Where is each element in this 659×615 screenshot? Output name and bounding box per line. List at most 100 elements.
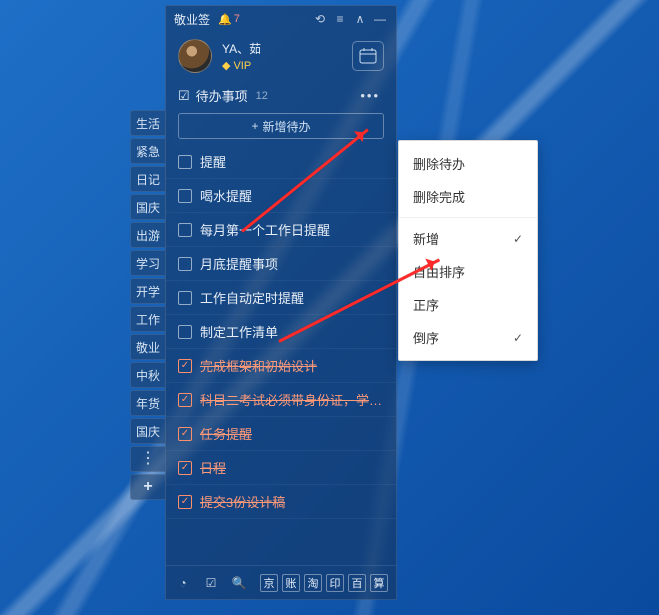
menu-item[interactable]: 新增 ✓ xyxy=(399,222,537,255)
list-item-label: 完成框架和初始设计 xyxy=(200,356,317,375)
list-item-label: 科目二考试必须带身份证，学员卡，7… xyxy=(200,390,384,409)
add-todo-button[interactable]: + 新增待办 xyxy=(178,113,384,139)
menu-item-label: 删除待办 xyxy=(413,154,465,173)
menu-item[interactable]: 倒序 ✓ xyxy=(399,321,537,354)
checkbox[interactable]: ✓ xyxy=(178,393,192,407)
calendar-icon xyxy=(359,48,377,64)
folder-tab[interactable]: 敬业 xyxy=(130,334,166,360)
bottom-square-button[interactable]: 算 xyxy=(370,574,388,592)
todo-icon: ☑ xyxy=(178,88,190,104)
checkbox[interactable] xyxy=(178,257,192,271)
vip-label: VIP xyxy=(233,60,251,72)
menu-icon[interactable]: ≡ xyxy=(332,11,348,27)
checkbox[interactable] xyxy=(178,155,192,169)
menu-item-label: 倒序 xyxy=(413,328,439,347)
more-button[interactable]: ••• xyxy=(356,86,384,105)
user-row: YA、茹 ◆ VIP xyxy=(166,32,396,80)
minimize-icon[interactable]: — xyxy=(372,11,388,27)
list-item[interactable]: ✓ 科目二考试必须带身份证，学员卡，7… xyxy=(166,383,396,417)
bottom-square-button[interactable]: 百 xyxy=(348,574,366,592)
list-item[interactable]: 制定工作清单 xyxy=(166,315,396,349)
calendar-button[interactable] xyxy=(352,41,384,71)
list-item[interactable]: ✓ 提交3份设计稿 xyxy=(166,485,396,519)
bottom-square-button[interactable]: 淘 xyxy=(304,574,322,592)
list-item-label: 喝水提醒 xyxy=(200,186,252,205)
folder-tabs: 生活紧急日记国庆出游学习开学工作敬业中秋年货国庆⋮+ xyxy=(130,110,166,500)
folder-tab[interactable]: 出游 xyxy=(130,222,166,248)
checkmark-icon: ✓ xyxy=(513,232,523,246)
list-item[interactable]: 提醒 xyxy=(166,145,396,179)
context-menu: 删除待办删除完成新增 ✓ 自由排序正序倒序 ✓ xyxy=(398,140,538,361)
vip-badge: ◆ VIP xyxy=(222,59,261,72)
folder-tab[interactable]: 国庆 xyxy=(130,418,166,444)
section-title: 待办事项 xyxy=(196,86,248,105)
checkbox[interactable]: ✓ xyxy=(178,461,192,475)
notification-count: 7 xyxy=(234,13,240,25)
list-item-label: 任务提醒 xyxy=(200,424,252,443)
folder-tab[interactable]: 中秋 xyxy=(130,362,166,388)
check-icon[interactable]: ☑ xyxy=(202,574,220,592)
todo-list: 提醒喝水提醒每月第一个工作日提醒月底提醒事项工作自动定时提醒制定工作清单 ✓ 完成框… xyxy=(166,145,396,565)
folder-tab[interactable]: 工作 xyxy=(130,306,166,332)
list-item[interactable]: ✓ 任务提醒 xyxy=(166,417,396,451)
user-name: YA、茹 xyxy=(222,40,261,57)
menu-item[interactable]: 删除完成 xyxy=(399,180,537,213)
app-window: 敬业签 🔔 7 ⟲ ≡ ∧ — YA、茹 ◆ VIP xyxy=(165,5,397,600)
menu-item-label: 正序 xyxy=(413,295,439,314)
list-item-label: 工作自动定时提醒 xyxy=(200,288,304,307)
checkbox[interactable]: ✓ xyxy=(178,359,192,373)
checkbox[interactable] xyxy=(178,189,192,203)
app-title: 敬业签 xyxy=(174,11,210,28)
list-item-label: 月底提醒事项 xyxy=(200,254,278,273)
folder-add[interactable]: + xyxy=(130,474,166,500)
sync-icon[interactable]: ⟲ xyxy=(312,11,328,27)
notification-badge[interactable]: 🔔 7 xyxy=(218,13,240,26)
list-item[interactable]: ✓日程 xyxy=(166,451,396,485)
bottom-left-icons: ◔ ☑ 🔍 xyxy=(174,574,248,592)
folder-tab[interactable]: 生活 xyxy=(130,110,166,136)
checkbox[interactable]: ✓ xyxy=(178,427,192,441)
folder-tab[interactable]: 学习 xyxy=(130,250,166,276)
menu-separator xyxy=(399,217,537,218)
search-icon[interactable]: 🔍 xyxy=(230,574,248,592)
clock-icon[interactable]: ◔ xyxy=(174,574,192,592)
menu-item[interactable]: 删除待办 xyxy=(399,147,537,180)
add-todo-label: 新增待办 xyxy=(263,118,311,135)
bottom-square-button[interactable]: 账 xyxy=(282,574,300,592)
bottom-right-squares: 京账淘印百算 xyxy=(260,574,388,592)
menu-item-label: 删除完成 xyxy=(413,187,465,206)
list-item[interactable]: 每月第一个工作日提醒 xyxy=(166,213,396,247)
checkbox[interactable] xyxy=(178,325,192,339)
plus-icon: + xyxy=(251,119,258,133)
bottom-square-button[interactable]: 印 xyxy=(326,574,344,592)
list-item-label: 每月第一个工作日提醒 xyxy=(200,220,330,239)
folder-tab[interactable]: 开学 xyxy=(130,278,166,304)
list-item-label: 制定工作清单 xyxy=(200,322,278,341)
section-header: ☑ 待办事项 12 ••• xyxy=(166,80,396,109)
checkbox[interactable] xyxy=(178,223,192,237)
bottom-square-button[interactable]: 京 xyxy=(260,574,278,592)
avatar[interactable] xyxy=(178,39,212,73)
diamond-icon: ◆ xyxy=(222,59,230,72)
checkmark-icon: ✓ xyxy=(513,331,523,345)
titlebar: 敬业签 🔔 7 ⟲ ≡ ∧ — xyxy=(166,6,396,32)
checkbox[interactable]: ✓ xyxy=(178,495,192,509)
list-item[interactable]: ✓ 完成框架和初始设计 xyxy=(166,349,396,383)
folder-tab[interactable]: 年货 xyxy=(130,390,166,416)
list-item-label: 提交3份设计稿 xyxy=(200,492,285,511)
checkbox[interactable] xyxy=(178,291,192,305)
list-item[interactable]: 月底提醒事项 xyxy=(166,247,396,281)
collapse-icon[interactable]: ∧ xyxy=(352,11,368,27)
user-info: YA、茹 ◆ VIP xyxy=(222,40,261,72)
bottom-bar: ◔ ☑ 🔍 京账淘印百算 xyxy=(166,565,396,599)
menu-item[interactable]: 自由排序 xyxy=(399,255,537,288)
menu-item-label: 新增 xyxy=(413,229,439,248)
folder-more[interactable]: ⋮ xyxy=(130,446,166,472)
folder-tab[interactable]: 国庆 xyxy=(130,194,166,220)
list-item[interactable]: 喝水提醒 xyxy=(166,179,396,213)
folder-tab[interactable]: 紧急 xyxy=(130,138,166,164)
menu-item[interactable]: 正序 xyxy=(399,288,537,321)
section-count: 12 xyxy=(256,90,268,102)
bell-icon: 🔔 xyxy=(218,13,232,26)
folder-tab[interactable]: 日记 xyxy=(130,166,166,192)
